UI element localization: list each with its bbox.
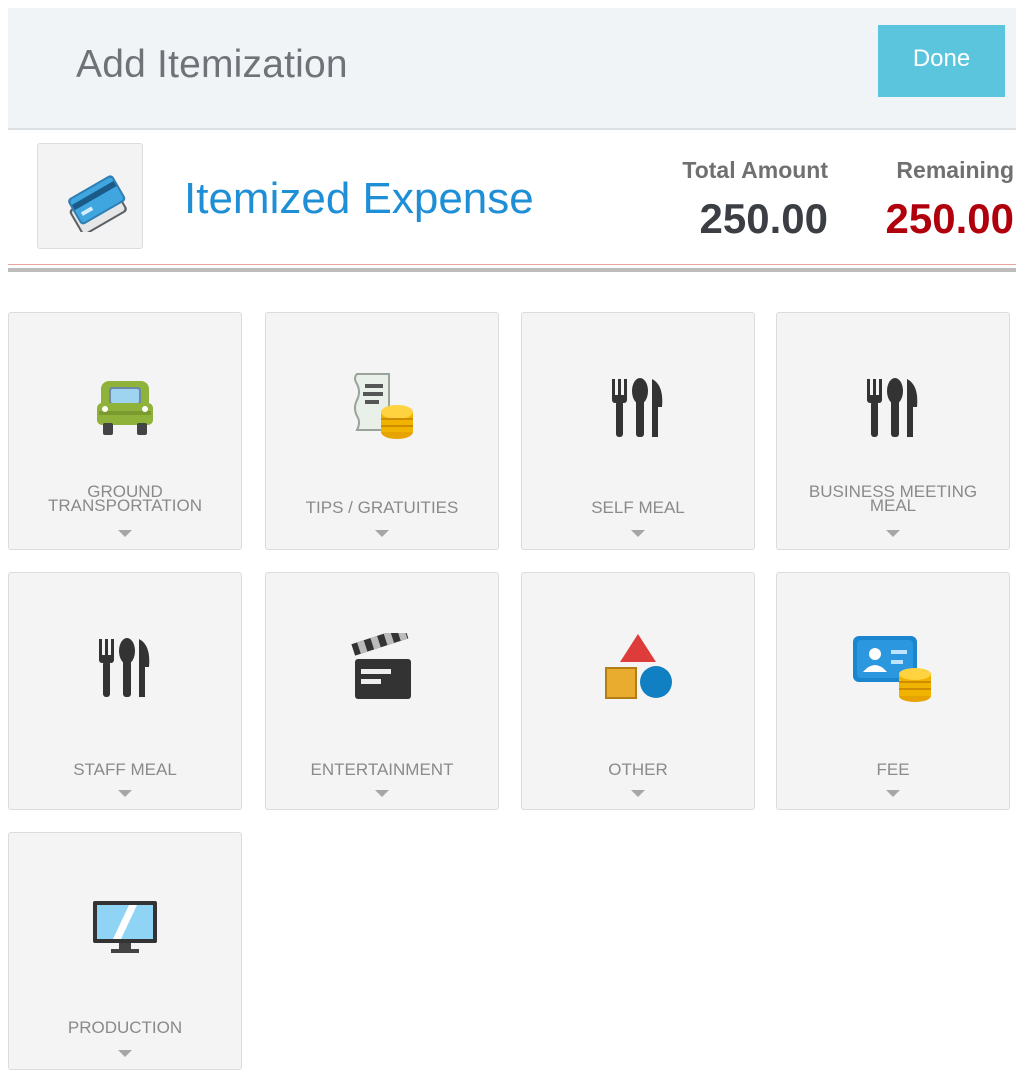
- done-button[interactable]: Done: [878, 25, 1005, 97]
- section-divider: [8, 264, 1016, 272]
- page-title: Add Itemization: [76, 43, 348, 86]
- car-icon: [97, 381, 153, 435]
- fork-knife-icon: [612, 378, 663, 437]
- expense-title: Itemized Expense: [184, 174, 534, 223]
- tile-label: GROUND TRANSPORTATION: [48, 482, 202, 515]
- tile-ground-transportation[interactable]: GROUND TRANSPORTATION: [8, 312, 242, 550]
- receipt-coins-icon: [354, 373, 413, 439]
- fork-knife-icon: [99, 638, 150, 697]
- total-amount-label: Total Amount: [682, 157, 828, 183]
- tile-entertainment[interactable]: ENTERTAINMENT: [265, 572, 499, 810]
- tile-label: BUSINESS MEETING MEAL: [808, 482, 978, 515]
- tile-self-meal[interactable]: SELF MEAL: [521, 312, 755, 550]
- tile-label: TIPS / GRATUITIES: [305, 498, 459, 517]
- chevron-down-icon: [631, 530, 645, 537]
- id-card-coins-icon: [853, 636, 931, 702]
- clapperboard-icon: [351, 633, 411, 699]
- chevron-down-icon: [886, 530, 900, 537]
- tile-tips-gratuities[interactable]: TIPS / GRATUITIES: [265, 312, 499, 550]
- tile-label: PRODUCTION: [67, 1018, 183, 1037]
- tile-business-meeting-meal[interactable]: BUSINESS MEETING MEAL: [776, 312, 1010, 550]
- chevron-down-icon: [375, 790, 389, 797]
- chevron-down-icon: [375, 530, 389, 537]
- remaining-value: 250.00: [885, 195, 1014, 242]
- tile-label: FEE: [876, 760, 910, 779]
- tile-label: SELF MEAL: [591, 498, 685, 517]
- tile-label: OTHER: [608, 760, 668, 779]
- tile-staff-meal[interactable]: STAFF MEAL: [8, 572, 242, 810]
- remaining-label: Remaining: [896, 157, 1014, 183]
- chevron-down-icon: [118, 530, 132, 537]
- credit-cards-icon: [68, 175, 127, 232]
- header-bar: Add Itemization Done: [8, 8, 1016, 130]
- tile-label: ENTERTAINMENT: [310, 760, 454, 779]
- tile-other[interactable]: OTHER: [521, 572, 755, 810]
- tile-fee[interactable]: FEE: [776, 572, 1010, 810]
- chevron-down-icon: [118, 1050, 132, 1057]
- total-amount-value: 250.00: [699, 195, 828, 242]
- monitor-icon: [93, 901, 157, 953]
- shapes-icon: [605, 634, 672, 699]
- expense-summary: Itemized Expense Total Amount 250.00 Rem…: [8, 130, 1016, 270]
- tile-label: STAFF MEAL: [73, 760, 177, 779]
- expense-type-icon-box: [37, 143, 143, 249]
- tile-production[interactable]: PRODUCTION: [8, 832, 242, 1070]
- chevron-down-icon: [886, 790, 900, 797]
- chevron-down-icon: [118, 790, 132, 797]
- chevron-down-icon: [631, 790, 645, 797]
- fork-knife-icon: [867, 378, 918, 437]
